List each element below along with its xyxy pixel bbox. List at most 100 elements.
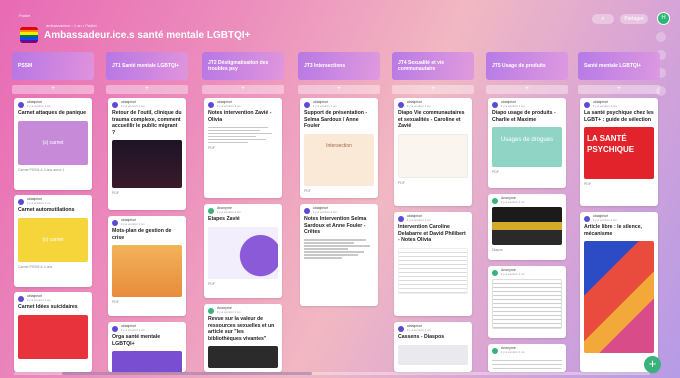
column-pssm: PSSM + ubiaipriori il y a environ 1 an Ca… xyxy=(12,52,94,372)
post-caption: Diapos xyxy=(492,248,503,253)
post-caption: PDF xyxy=(584,182,591,187)
post-card[interactable]: ubiaipriori il y a environ 1 an Intervent… xyxy=(394,212,472,316)
post-caption: PDF xyxy=(112,191,119,196)
post-time: il y a environ 1 an xyxy=(313,209,337,214)
add-post-button[interactable]: + xyxy=(202,85,284,94)
post-title: Etapes Zavié xyxy=(208,216,240,223)
scrollbar-thumb[interactable] xyxy=(62,372,312,375)
post-card[interactable]: Anonyme il y a environ 1 an Revue sur la … xyxy=(204,304,282,372)
post-card[interactable]: Anonyme il y a environ 1 an xyxy=(488,344,566,372)
breadcrumb[interactable]: Padlet xyxy=(19,13,30,18)
post-card[interactable]: ubiaipriori il y a environ 1 an Cassens -… xyxy=(394,322,472,372)
post-time: il y a environ 1 an xyxy=(593,217,617,222)
post-time: il y a environ 1 an xyxy=(407,103,431,108)
post-card[interactable]: ubiaipriori il y a environ 1 an Carnet Id… xyxy=(14,292,92,372)
author-avatar xyxy=(398,325,404,332)
avatar[interactable]: H xyxy=(657,12,670,25)
post-thumbnail xyxy=(208,226,278,279)
post-card[interactable]: ubiaipriori il y a environ 1 an Notes int… xyxy=(204,98,282,198)
post-card[interactable]: ubiaipriori il y a environ 1 an Support d… xyxy=(300,98,378,198)
post-card[interactable]: ubiaipriori il y a environ 1 an Carnet at… xyxy=(14,98,92,190)
post-thumbnail xyxy=(492,357,562,370)
column-header[interactable]: JT2 Déstigmatisation des troubles psy xyxy=(202,52,284,80)
post-card[interactable]: Anonyme il y a environ 1 an xyxy=(488,266,566,338)
column-header[interactable]: JT4 Sexualité et vie communautaire xyxy=(392,52,474,80)
text-line xyxy=(304,245,370,247)
post-card[interactable]: ubiaipriori il y a environ 1 an Diapo usa… xyxy=(488,98,566,188)
tool-button-1[interactable] xyxy=(656,32,666,42)
post-card[interactable]: ubiaipriori il y a environ 1 an Diapo Vie… xyxy=(394,98,472,206)
post-card[interactable]: ubiaipriori il y a environ 1 an Article l… xyxy=(580,212,658,372)
top-bar: Padlet ambassadeur • 1 an • Padlet Ambas… xyxy=(0,0,680,48)
author-avatar xyxy=(398,101,404,108)
post-card[interactable]: Anonyme il y a environ 1 an Etapes Zavié … xyxy=(204,204,282,298)
post-thumbnail xyxy=(492,279,562,330)
post-time: il y a environ 1 an xyxy=(501,271,525,276)
text-line xyxy=(304,239,366,241)
add-post-button[interactable]: + xyxy=(106,85,188,94)
post-thumbnail xyxy=(398,344,468,365)
author-avatar xyxy=(584,101,590,108)
column-header[interactable]: Santé mentale LGBTQI+ xyxy=(578,52,660,80)
post-time: il y a environ 1 an xyxy=(121,221,145,226)
text-line xyxy=(208,129,260,132)
post-card[interactable]: ubiaipriori il y a environ 1 an Retour de… xyxy=(108,98,186,210)
column-jt1: JT1 Santé mentale LGBTQI+ + ubiaipriori i… xyxy=(106,52,188,372)
add-post-button[interactable]: + xyxy=(298,85,380,94)
add-post-button[interactable]: + xyxy=(12,85,94,94)
post-title: Carnet Idées suicidaires xyxy=(18,304,78,311)
add-post-button[interactable]: + xyxy=(392,85,474,94)
post-card[interactable]: Anonyme il y a environ 1 an Diapos xyxy=(488,194,566,260)
column-jt3: JT3 Intersections + ubiaipriori il y a en… xyxy=(298,52,380,372)
post-time: il y a environ 1 an xyxy=(501,103,525,108)
text-line xyxy=(304,248,348,250)
post-time: il y a environ 1 an xyxy=(313,103,337,108)
post-time: il y a environ 1 an xyxy=(217,309,241,314)
post-card[interactable]: ubiaipriori il y a environ 1 an Orga sant… xyxy=(108,322,186,372)
text-line xyxy=(208,135,256,138)
post-title: Diapo usage de produits - Charlie et Max… xyxy=(492,110,556,123)
author-avatar xyxy=(112,325,118,332)
column-header[interactable]: JT1 Santé mentale LGBTQI+ xyxy=(106,52,188,80)
add-post-button[interactable]: + xyxy=(578,85,660,94)
search-button[interactable]: ⌕ xyxy=(592,14,614,24)
column-header[interactable]: JT3 Intersections xyxy=(298,52,380,80)
post-thumbnail xyxy=(18,314,88,359)
horizontal-scrollbar[interactable] xyxy=(14,372,650,375)
board-meta: ambassadeur • 1 an • Padlet xyxy=(46,23,97,28)
add-post-button[interactable]: + xyxy=(486,85,568,94)
author-avatar xyxy=(492,347,498,354)
column-header[interactable]: PSSM xyxy=(12,52,94,80)
post-title: Carnet attaques de panique xyxy=(18,110,87,117)
text-line xyxy=(208,138,266,141)
author-avatar xyxy=(304,101,310,108)
column-sante-mentale: Santé mentale LGBTQI+ + ubiaipriori il y … xyxy=(578,52,660,372)
column-header[interactable]: JT5 Usage de produits xyxy=(486,52,568,80)
author-avatar xyxy=(112,219,118,226)
author-avatar xyxy=(304,207,310,214)
post-thumbnail: (s) carnet xyxy=(18,120,88,165)
post-time: il y a environ 1 an xyxy=(501,349,525,354)
author-avatar xyxy=(18,198,24,205)
post-card[interactable]: ubiaipriori il y a environ 1 an Mots-plan… xyxy=(108,216,186,316)
author-avatar xyxy=(398,215,404,222)
post-caption: PDF xyxy=(112,300,119,305)
author-avatar xyxy=(208,307,214,314)
post-title: Mots-plan de gestion de crise xyxy=(112,228,172,241)
author-avatar xyxy=(208,207,214,214)
post-card[interactable]: ubiaipriori il y a environ 1 an Carnet au… xyxy=(14,195,92,287)
board-title: Ambassadeur.ice.s santé mentale LGBTQI+ xyxy=(44,30,251,41)
post-card[interactable]: ubiaipriori il y a environ 1 an La santé … xyxy=(580,98,658,206)
post-title: Cassens - Diaspos xyxy=(398,334,445,341)
author-avatar xyxy=(492,269,498,276)
share-button[interactable]: Partager xyxy=(620,14,648,24)
add-post-fab[interactable]: + xyxy=(644,356,661,373)
post-thumbnail: Usages de drogues xyxy=(492,127,562,168)
column-jt5: JT5 Usage de produits + ubiaipriori il y … xyxy=(486,52,568,372)
post-title: La santé psychique chez les LGBT+ : guid… xyxy=(584,110,654,123)
text-line xyxy=(208,132,272,135)
text-line xyxy=(208,141,248,144)
post-thumbnail xyxy=(112,140,182,189)
post-card[interactable]: ubiaipriori il y a environ 1 an Notes Int… xyxy=(300,204,378,306)
post-thumbnail xyxy=(398,133,468,178)
